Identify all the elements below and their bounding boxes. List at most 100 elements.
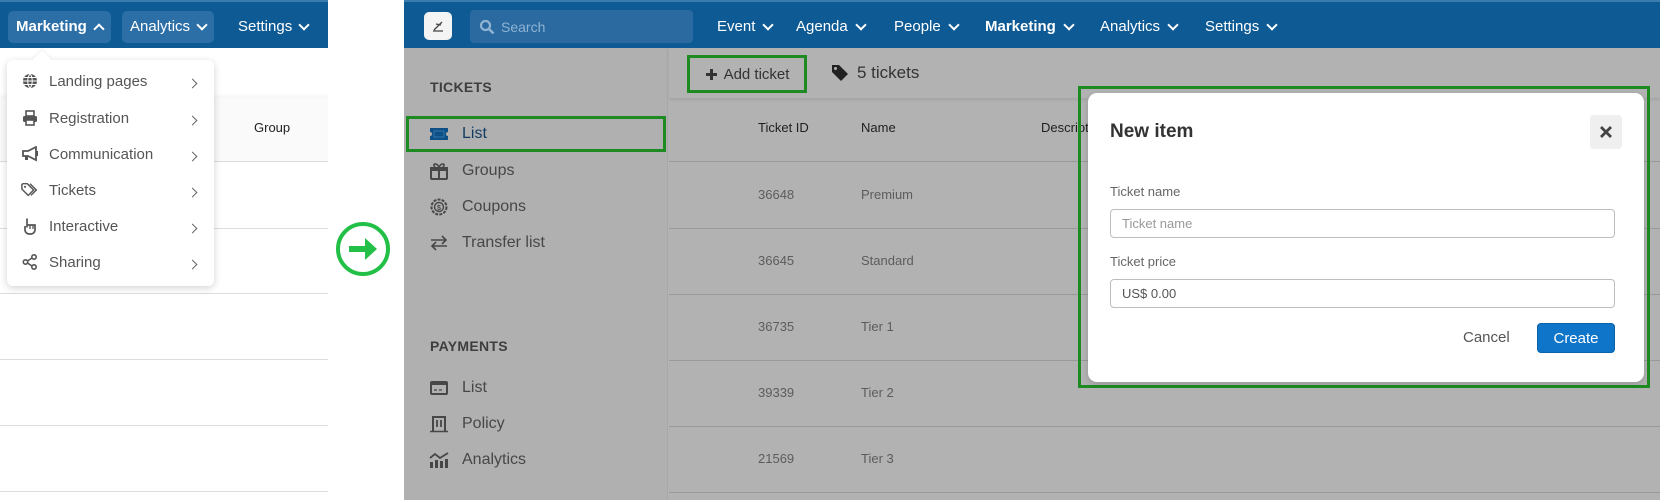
sidebar-item-policy[interactable]: Policy (406, 406, 666, 442)
hand-pointer-icon (21, 217, 39, 235)
chevron-right-icon (187, 151, 198, 161)
menu-item-landing-pages[interactable]: Landing pages (7, 63, 214, 99)
cell-ticket-id: 36645 (758, 253, 795, 268)
credit-card-icon (428, 378, 450, 398)
close-button[interactable] (1590, 115, 1622, 149)
nav-analytics[interactable]: Analytics (1100, 11, 1179, 43)
cancel-button[interactable]: Cancel (1463, 329, 1510, 346)
cell-name: Tier 1 (861, 319, 894, 334)
section-title-tickets: TICKETS (430, 79, 492, 95)
nav-agenda[interactable]: Agenda (796, 11, 867, 43)
nav-label: Settings (238, 18, 293, 35)
nav-label: Marketing (16, 18, 87, 35)
sidebar-item-label: Transfer list (462, 234, 545, 251)
chevron-down-icon (1167, 18, 1179, 31)
column-header-ticket-id: Ticket ID (758, 120, 809, 135)
megaphone-icon (21, 145, 39, 163)
ticket-count: 5 tickets (831, 58, 919, 88)
nav-label: Settings (1205, 18, 1260, 35)
nav-marketing[interactable]: Marketing (985, 11, 1075, 43)
menu-item-label: Registration (49, 109, 130, 127)
sidebar-item-label: Groups (462, 162, 515, 179)
cell-ticket-id: 36648 (758, 187, 795, 202)
app-logo[interactable] (424, 12, 452, 40)
sidebar-item-groups[interactable]: Groups (406, 153, 666, 189)
ticket-icon (428, 124, 450, 144)
cell-name: Tier 3 (861, 451, 894, 466)
nav-label: Agenda (796, 18, 848, 35)
menu-item-label: Sharing (49, 253, 101, 271)
nav-people[interactable]: People (894, 11, 960, 43)
cell-ticket-id: 21569 (758, 451, 795, 466)
share-icon (21, 253, 39, 271)
globe-icon (21, 72, 39, 90)
search-icon (479, 19, 495, 34)
chevron-down-icon (948, 18, 960, 31)
nav-label: Event (717, 18, 756, 35)
after-panel: Event Agenda People Marketing Analytics … (404, 0, 1660, 500)
cell-name: Standard (861, 253, 914, 268)
chevron-right-icon (187, 78, 198, 88)
new-item-modal: New item Ticket name Ticket price Cancel… (1088, 93, 1644, 382)
sidebar-item-transfer-list[interactable]: Transfer list (406, 225, 666, 261)
table-row[interactable]: 21569 Tier 3 (669, 427, 1660, 493)
menu-item-tickets[interactable]: Tickets (7, 172, 214, 208)
row-divider (0, 293, 328, 294)
nav-label: People (894, 18, 941, 35)
sidebar-item-coupons[interactable]: $ Coupons (406, 189, 666, 225)
transfer-icon (428, 233, 450, 253)
column-header-name: Name (861, 120, 896, 135)
menu-item-sharing[interactable]: Sharing (7, 244, 214, 280)
add-ticket-button[interactable]: Add ticket (687, 55, 807, 93)
coupon-icon: $ (428, 197, 450, 217)
chevron-down-icon (762, 18, 775, 31)
nav-label: Analytics (130, 18, 191, 35)
sidebar-item-analytics[interactable]: Analytics (406, 442, 666, 478)
chevron-down-icon (1063, 18, 1075, 31)
chevron-up-icon (93, 23, 105, 35)
menu-item-label: Tickets (49, 181, 96, 199)
close-icon (1600, 126, 1612, 138)
section-title-payments: PAYMENTS (430, 338, 508, 354)
create-button[interactable]: Create (1537, 323, 1615, 353)
nav-settings[interactable]: Settings (230, 11, 316, 43)
ticket-name-label: Ticket name (1110, 184, 1181, 199)
row-divider (0, 359, 328, 360)
sidebar-item-label: Analytics (462, 451, 527, 468)
column-header-group: Group (254, 120, 291, 135)
nav-marketing[interactable]: Marketing (8, 11, 111, 43)
ticket-count-label: 5 tickets (857, 63, 920, 82)
top-nav-bar: Marketing Analytics Settings (0, 0, 328, 48)
chevron-right-icon (187, 115, 198, 125)
tags-icon (21, 181, 39, 199)
chevron-down-icon (855, 18, 867, 31)
cell-ticket-id: 39339 (758, 385, 795, 400)
nav-settings[interactable]: Settings (1205, 11, 1278, 43)
ticket-name-input[interactable] (1110, 209, 1615, 238)
search-box[interactable] (470, 10, 693, 43)
nav-analytics[interactable]: Analytics (122, 11, 215, 43)
modal-title: New item (1110, 121, 1194, 142)
sidebar-item-label: List (462, 125, 487, 142)
menu-item-communication[interactable]: Communication (7, 136, 214, 172)
sidebar: TICKETS List Groups $ Coupons Transfer l… (404, 48, 668, 500)
ticket-price-input[interactable] (1110, 279, 1615, 308)
tag-icon (832, 65, 848, 81)
row-divider (0, 425, 328, 426)
menu-item-registration[interactable]: Registration (7, 100, 214, 136)
search-input[interactable] (501, 18, 681, 35)
nav-event[interactable]: Event (717, 11, 775, 43)
sidebar-item-ticket-list[interactable]: List (406, 116, 666, 152)
plus-icon (705, 68, 717, 80)
menu-item-interactive[interactable]: Interactive (7, 208, 214, 244)
chevron-down-icon (196, 18, 208, 31)
add-ticket-label: Add ticket (723, 65, 790, 83)
svg-text:$: $ (437, 205, 441, 212)
analytics-icon (428, 450, 450, 470)
policy-icon (428, 414, 450, 434)
before-panel: Marketing Analytics Settings Group Landi… (0, 0, 328, 500)
marketing-dropdown-menu: Landing pages Registration Communication… (7, 50, 214, 286)
chevron-right-icon (187, 223, 198, 233)
row-divider (0, 491, 328, 492)
sidebar-item-payment-list[interactable]: List (406, 370, 666, 406)
